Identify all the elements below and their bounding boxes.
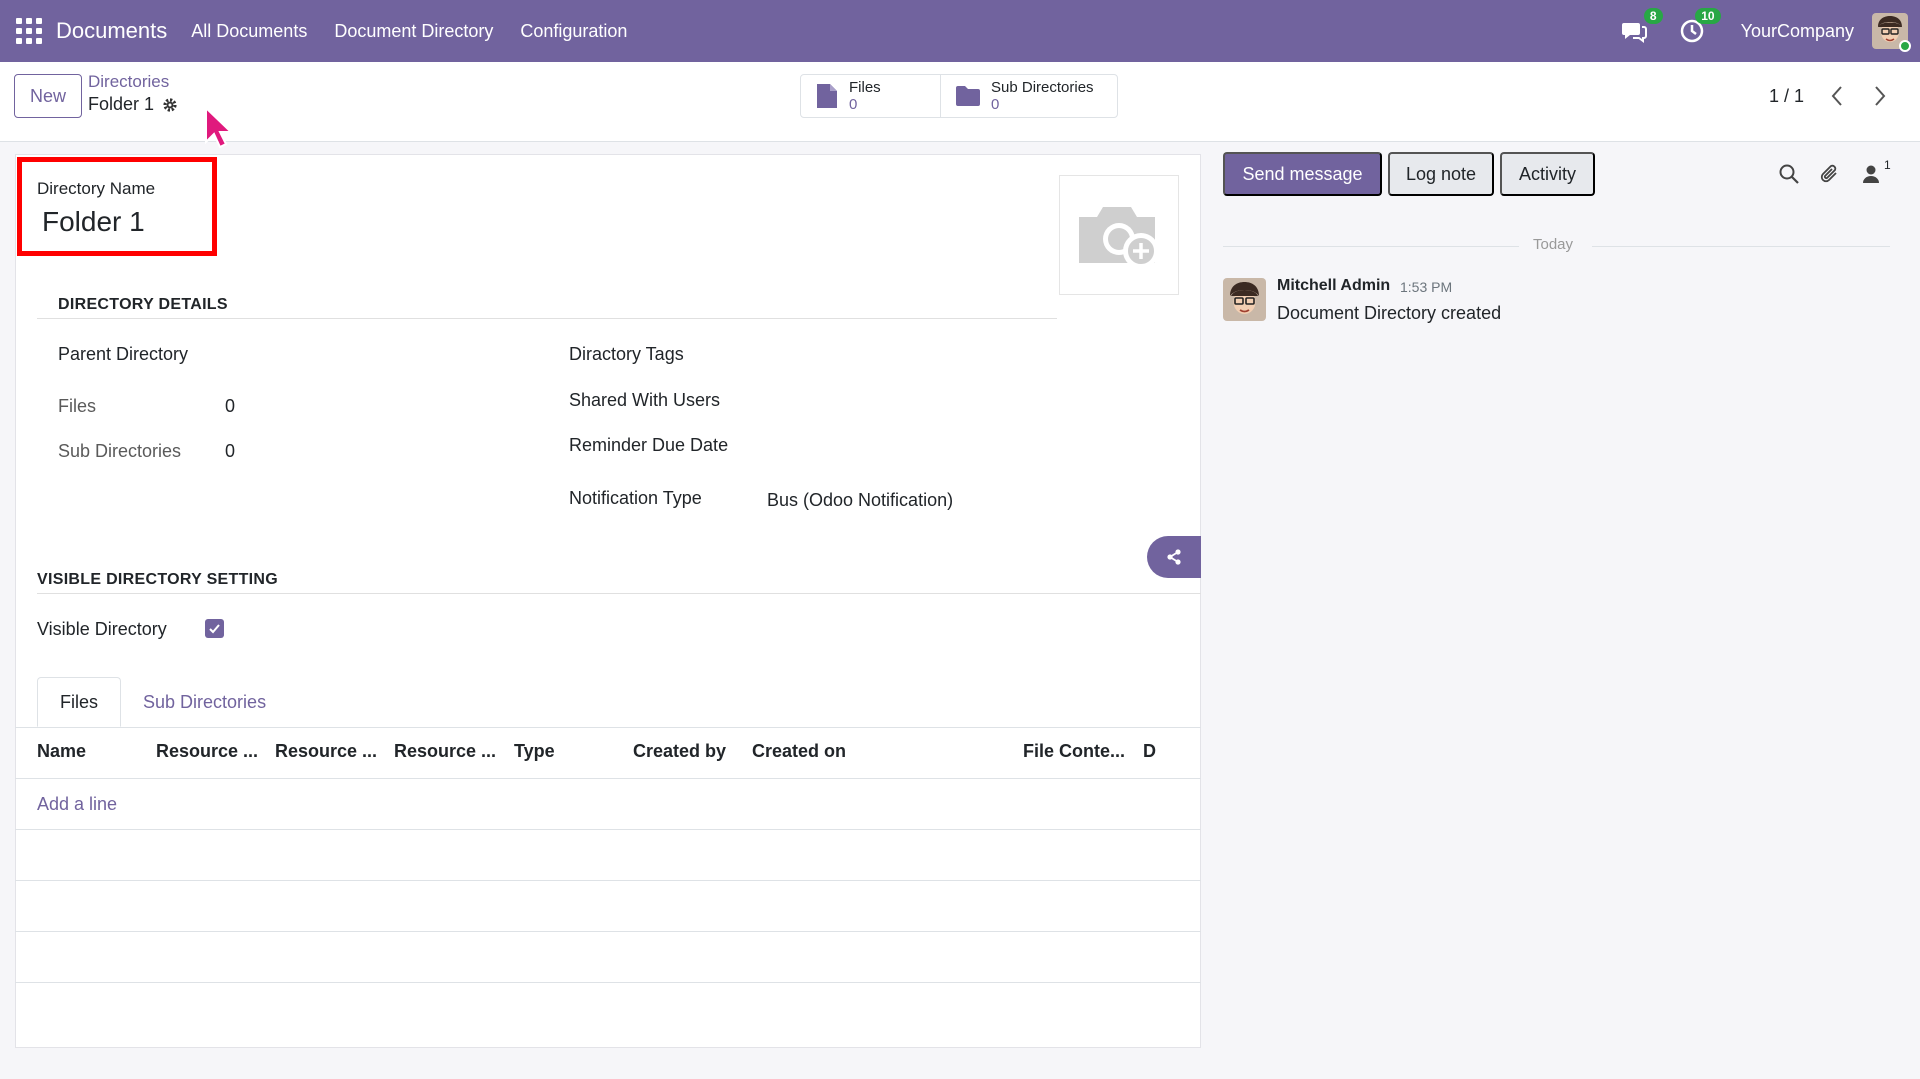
visible-directory-checkbox[interactable] [205,619,224,638]
form-sheet [15,154,1201,1048]
column-header-d[interactable]: D [1143,741,1156,762]
column-header-name[interactable]: Name [37,741,86,762]
gear-icon[interactable] [162,97,178,113]
pager-next-button[interactable] [1866,82,1894,110]
column-header-resource-2[interactable]: Resource ... [275,741,377,762]
notification-type-field[interactable]: Bus (Odoo Notification) [767,490,953,511]
column-header-file-content[interactable]: File Conte... [1023,741,1125,762]
reminder-due-date-label: Reminder Due Date [569,435,729,455]
table-row [15,982,1201,983]
subdirs-smart-label: Sub Directories [991,79,1094,96]
chevron-left-icon [1831,86,1842,106]
files-value: 0 [225,396,236,416]
new-button[interactable]: New [14,74,82,118]
activities-button[interactable]: 10 [1679,8,1721,44]
app-name[interactable]: Documents [56,18,167,44]
visible-directory-setting-title: VISIBLE DIRECTORY SETTING [37,571,279,588]
files-smart-value: 0 [849,96,858,113]
pager-value[interactable]: 1 / 1 [1769,86,1804,107]
tab-sub-directories[interactable]: Sub Directories [121,677,288,727]
date-separator-line [1223,246,1519,247]
message-body: Document Directory created [1277,303,1502,323]
add-a-line-link[interactable]: Add a line [37,794,117,815]
column-header-created-on[interactable]: Created on [752,741,846,762]
chevron-right-icon [1875,86,1886,106]
table-header-line [15,778,1201,779]
top-navbar: Documents All Documents Document Directo… [0,0,1920,62]
shared-with-users-label: Shared With Users [569,390,721,410]
subdirs-smart-value: 0 [991,96,1000,113]
sub-directories-label: Sub Directories [58,441,182,461]
directory-name-field[interactable]: Folder 1 [42,206,145,238]
column-header-resource-1[interactable]: Resource ... [156,741,258,762]
table-row [15,931,1201,932]
menu-all-documents[interactable]: All Documents [191,21,307,42]
column-header-created-by[interactable]: Created by [633,741,726,762]
messages-button[interactable]: 8 [1621,8,1663,44]
smart-buttons: Files 0 Sub Directories 0 [800,74,1118,118]
section-separator [37,318,1057,319]
activities-badge: 10 [1695,8,1721,24]
directory-tags-label: Diractory Tags [569,344,684,364]
tabs-border [15,727,1201,728]
table-row [15,829,1201,830]
folder-icon [956,86,980,106]
send-message-button[interactable]: Send message [1223,152,1382,196]
online-indicator [1899,40,1911,52]
breadcrumb-directories-link[interactable]: Directories [88,72,178,92]
directory-image-upload[interactable] [1059,175,1179,295]
notebook-tabs: Files Sub Directories [37,677,288,727]
breadcrumb: Directories Folder 1 [88,72,178,115]
notification-type-label: Notification Type [569,488,702,508]
column-header-resource-3[interactable]: Resource ... [394,741,496,762]
share-button[interactable] [1147,536,1201,578]
control-panel: New Directories Folder 1 Files 0 Sub Dir… [0,62,1920,142]
pager-previous-button[interactable] [1823,82,1851,110]
table-row [15,880,1201,881]
section-separator [37,593,1201,594]
directory-details-title: DIRECTORY DETAILS [58,296,228,313]
apps-icon[interactable] [16,18,42,44]
tab-files[interactable]: Files [37,677,122,727]
avatar-image [1223,278,1266,321]
subdirs-smart-button[interactable]: Sub Directories 0 [941,75,1117,117]
user-avatar[interactable] [1872,13,1911,52]
checkmark-icon [209,624,220,634]
search-icon[interactable] [1778,163,1800,185]
paperclip-icon[interactable] [1819,163,1841,185]
date-separator-today: Today [1533,236,1574,253]
files-smart-label: Files [849,79,881,96]
mouse-cursor [205,106,232,149]
message-author[interactable]: Mitchell Admin [1277,277,1390,295]
activity-button[interactable]: Activity [1500,152,1595,196]
log-note-button[interactable]: Log note [1388,152,1494,196]
menu-document-directory[interactable]: Document Directory [334,21,493,42]
file-icon [817,84,837,108]
avatar[interactable] [1223,278,1266,321]
files-smart-button[interactable]: Files 0 [801,75,941,117]
breadcrumb-current: Folder 1 [88,94,155,114]
user-icon[interactable] [1860,163,1882,185]
column-header-type[interactable]: Type [514,741,555,762]
files-label: Files [58,396,97,416]
directory-name-label: Directory Name [37,179,156,198]
messages-badge: 8 [1643,8,1663,24]
followers-count: 1 [1884,158,1891,172]
chat-icon [1621,23,1647,43]
message-time: 1:53 PM [1400,279,1453,295]
parent-directory-label: Parent Directory [58,344,189,364]
company-switcher[interactable]: YourCompany [1741,21,1854,42]
date-separator-line [1592,246,1890,247]
camera-plus-icon [1079,207,1159,269]
visible-directory-label: Visible Directory [37,619,167,639]
share-icon [1167,549,1181,565]
menu-configuration[interactable]: Configuration [520,21,627,42]
sub-directories-value: 0 [225,441,236,461]
